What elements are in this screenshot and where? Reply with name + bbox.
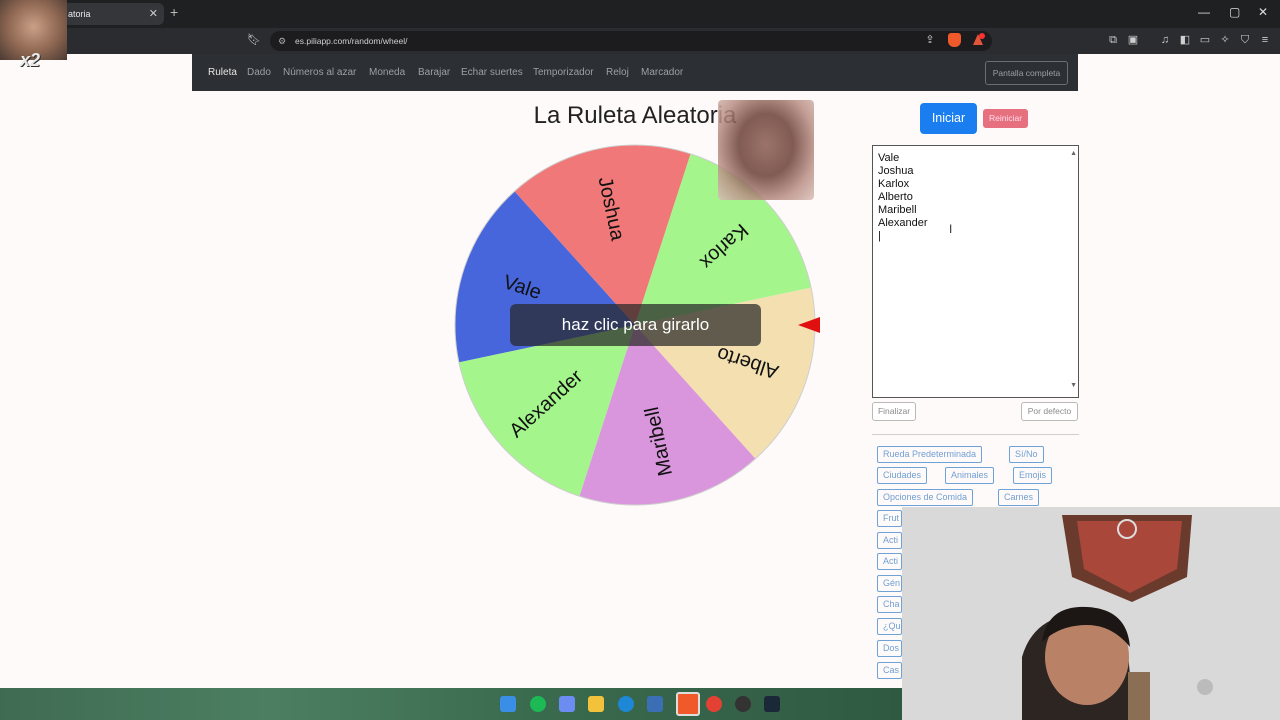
preset-frutas[interactable]: Frut <box>877 510 902 527</box>
start-button[interactable]: Iniciar <box>920 103 977 134</box>
wheel-pointer-icon <box>798 317 820 333</box>
os-taskbar <box>0 688 902 720</box>
screenshot-icon[interactable]: ▣ <box>1126 33 1140 47</box>
start-menu-icon[interactable] <box>500 696 516 712</box>
reset-button[interactable]: Reiniciar <box>983 109 1028 128</box>
preset-ciudades[interactable]: Ciudades <box>877 467 928 484</box>
media-icon[interactable]: ♫ <box>1158 33 1172 47</box>
preset-que[interactable]: ¿Qu <box>877 618 902 635</box>
preset-opciones-comida[interactable]: Opciones de Comida <box>877 489 974 506</box>
nav-numeros[interactable]: Números al azar <box>283 67 356 78</box>
preset-chat[interactable]: Cha <box>877 596 902 613</box>
names-textarea[interactable]: Vale Joshua Karlox Alberto Maribell Alex… <box>872 145 1079 398</box>
url-text: es.piliapp.com/random/wheel/ <box>295 36 408 46</box>
close-window-icon[interactable]: ✕ <box>1258 5 1268 19</box>
brave-taskbar-icon[interactable] <box>676 692 700 716</box>
preset-carnes[interactable]: Carnes <box>998 489 1040 506</box>
name-line: Alexander <box>878 217 928 229</box>
preset-genero[interactable]: Gén <box>877 575 902 592</box>
finish-button[interactable]: Finalizar <box>872 402 916 421</box>
multiplier-badge: x2 <box>20 50 41 70</box>
name-line: Maribell <box>878 204 917 216</box>
file-explorer-icon[interactable] <box>588 696 604 712</box>
nav-dado[interactable]: Dado <box>247 67 271 78</box>
wallet-icon[interactable]: ▭ <box>1198 33 1212 47</box>
default-button[interactable]: Por defecto <box>1021 402 1078 421</box>
menu-icon[interactable]: ≡ <box>1258 33 1272 47</box>
preset-cas[interactable]: Cas <box>877 662 902 679</box>
copilot-icon[interactable] <box>559 696 575 712</box>
store-icon[interactable] <box>647 696 663 712</box>
preset-actividades[interactable]: Acti <box>877 532 902 549</box>
spotify-icon[interactable] <box>530 696 546 712</box>
divider <box>872 434 1079 435</box>
address-bar-row: 🔖︎ ⚙︎ es.piliapp.com/random/wheel/ <box>0 28 1280 54</box>
preset-si-no[interactable]: Sí/No <box>1009 446 1044 463</box>
text-cursor-icon: I <box>949 222 953 236</box>
new-tab-icon[interactable]: + <box>170 4 178 20</box>
leo-icon[interactable]: ✧ <box>1218 33 1232 47</box>
url-field[interactable]: ⚙︎ es.piliapp.com/random/wheel/ <box>270 31 992 51</box>
site-navbar: Ruleta Dado Números al azar Moneda Baraj… <box>192 54 1078 91</box>
site-info-icon[interactable]: ⚙︎ <box>278 31 286 51</box>
spin-hint-label[interactable]: haz clic para girarlo <box>510 304 761 346</box>
rewards-icon[interactable] <box>970 32 986 48</box>
nav-barajar[interactable]: Barajar <box>418 67 450 78</box>
tab-title: atoria <box>68 9 91 19</box>
browser-tab-bar: atoria ✕ + — ▢ ✕ <box>0 0 1280 28</box>
nav-marcador[interactable]: Marcador <box>641 67 683 78</box>
name-line: Vale <box>878 152 900 164</box>
share-icon[interactable]: ⇪ <box>923 33 937 47</box>
name-line: Joshua <box>878 165 914 177</box>
sidebar-icon[interactable]: ◧ <box>1178 33 1192 47</box>
preset-actividades-2[interactable]: Acti <box>877 553 902 570</box>
nav-moneda[interactable]: Moneda <box>369 67 405 78</box>
extensions-icon[interactable]: ⧉ <box>1106 33 1120 47</box>
nav-temporizador[interactable]: Temporizador <box>533 67 594 78</box>
webcam-overlay <box>902 507 1280 720</box>
preset-emojis[interactable]: Emojis <box>1013 467 1053 484</box>
fullscreen-button[interactable]: Pantalla completa <box>985 61 1068 85</box>
nav-echar-suertes[interactable]: Echar suertes <box>461 67 523 78</box>
browser-tab[interactable]: atoria ✕ <box>62 3 164 25</box>
bookmark-icon[interactable]: 🔖︎ <box>247 33 261 47</box>
app-icon[interactable] <box>735 696 751 712</box>
close-tab-icon[interactable]: ✕ <box>149 3 158 25</box>
minimize-icon[interactable]: — <box>1198 5 1210 19</box>
preset-animales[interactable]: Animales <box>945 467 995 484</box>
preset-dos[interactable]: Dos <box>877 640 902 657</box>
webcam-feed <box>902 507 1280 720</box>
name-line: Alberto <box>878 191 913 203</box>
text-caret: | <box>878 230 881 242</box>
edge-icon[interactable] <box>618 696 634 712</box>
nav-reloj[interactable]: Reloj <box>606 67 629 78</box>
chrome-icon[interactable] <box>706 696 722 712</box>
preset-rueda-predeterminada[interactable]: Rueda Predeterminada <box>877 446 983 463</box>
nav-ruleta[interactable]: Ruleta <box>208 67 237 78</box>
vpn-icon[interactable]: ⛉ <box>1238 33 1252 47</box>
maximize-icon[interactable]: ▢ <box>1229 5 1240 19</box>
scroll-down-arrow-icon[interactable]: ▼ <box>1070 379 1077 392</box>
scroll-up-arrow-icon[interactable]: ▲ <box>1070 147 1077 160</box>
sticker-image <box>718 100 814 200</box>
brave-shield-icon[interactable] <box>948 33 961 47</box>
name-line: Karlox <box>878 178 910 190</box>
steam-icon[interactable] <box>764 696 780 712</box>
